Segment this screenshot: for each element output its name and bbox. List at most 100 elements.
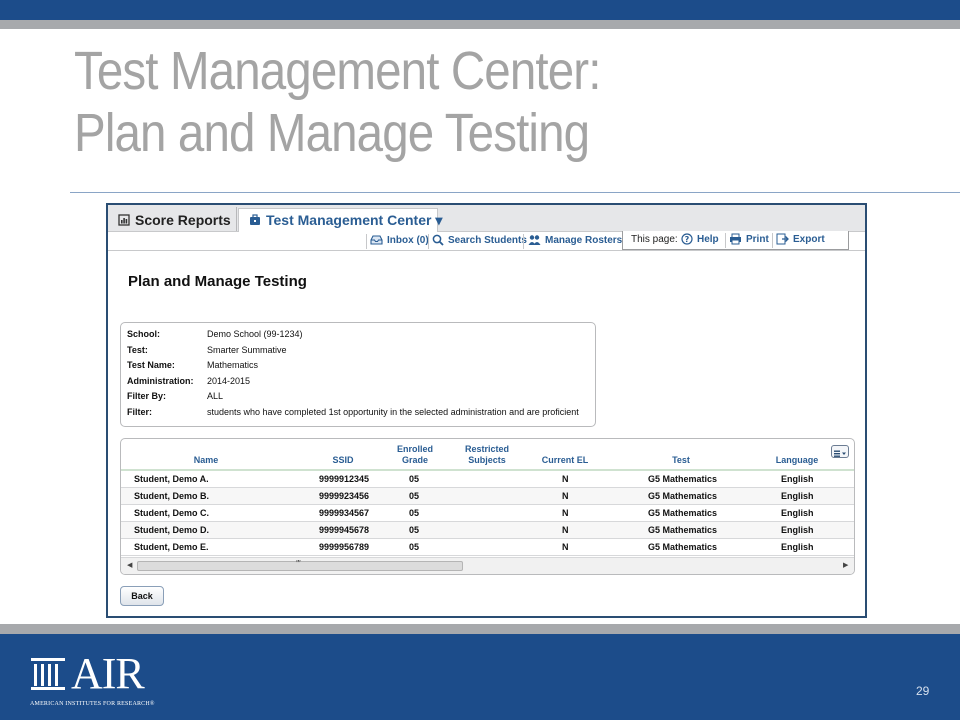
search-students-link[interactable]: Search Students bbox=[432, 232, 527, 250]
column-header-current-el[interactable]: Current EL bbox=[529, 439, 601, 469]
cell-name: Student, Demo A. bbox=[134, 474, 209, 484]
column-header-test[interactable]: Test bbox=[631, 439, 731, 469]
table-row[interactable]: Student, Demo C. 9999934567 05 N G5 Math… bbox=[121, 505, 854, 522]
column-header-ssid[interactable]: SSID bbox=[307, 439, 379, 469]
horizontal-scrollbar[interactable]: ◀ ″″ ▶ bbox=[121, 557, 854, 574]
table-row[interactable]: Student, Demo A. 9999912345 05 N G5 Math… bbox=[121, 471, 854, 488]
cell-ssid: 9999956789 bbox=[319, 542, 370, 552]
print-link[interactable]: Print bbox=[729, 231, 769, 249]
slide-title-line-2: Plan and Manage Testing bbox=[74, 103, 590, 163]
people-icon bbox=[528, 235, 541, 245]
cell-ssid: 9999912345 bbox=[319, 474, 370, 484]
cell-ssid: 9999945678 bbox=[319, 525, 370, 535]
cell-ssid: 9999934567 bbox=[319, 508, 370, 518]
cell-test: G5 Mathematics bbox=[648, 474, 718, 484]
printer-icon bbox=[730, 233, 741, 245]
inbox-label: Inbox (0) bbox=[387, 235, 429, 246]
scroll-right-arrow-icon[interactable]: ▶ bbox=[843, 561, 848, 569]
column-header-label: Current EL bbox=[541, 455, 589, 465]
table-row[interactable]: Student, Demo D. 9999945678 05 N G5 Math… bbox=[121, 522, 854, 539]
table-row[interactable]: Student, Demo B. 9999923456 05 N G5 Math… bbox=[121, 488, 854, 505]
manage-rosters-label: Manage Rosters bbox=[545, 235, 623, 246]
this-page-menu: This page: ? Help Print Export bbox=[622, 231, 849, 250]
scrollbar-grip: ″″ bbox=[296, 559, 301, 568]
column-header-language[interactable]: Language bbox=[767, 439, 827, 469]
student-grid: Name SSID Enrolled Grade Restricted Subj… bbox=[120, 438, 855, 575]
top-blue-band bbox=[0, 0, 960, 20]
column-header-restricted-subjects[interactable]: Restricted Subjects bbox=[455, 439, 519, 469]
info-label: Test Name: bbox=[127, 360, 175, 370]
logo-subtitle: AMERICAN INSTITUTES FOR RESEARCH® bbox=[30, 701, 155, 707]
info-label: Filter: bbox=[127, 407, 153, 417]
cell-language: English bbox=[781, 542, 814, 552]
tab-score-reports[interactable]: Score Reports bbox=[118, 209, 231, 231]
inbox-link[interactable]: Inbox (0) bbox=[370, 232, 429, 250]
logo-wordmark: AIR bbox=[71, 649, 145, 698]
tab-test-management-center[interactable]: Test Management Center ▾ bbox=[238, 208, 442, 232]
page-heading: Plan and Manage Testing bbox=[128, 273, 307, 290]
info-label: Filter By: bbox=[127, 391, 167, 401]
cell-current-el: N bbox=[562, 525, 569, 535]
column-header-label: Restricted Subjects bbox=[455, 444, 519, 466]
help-link[interactable]: ? Help bbox=[681, 231, 719, 249]
help-label: Help bbox=[697, 234, 719, 245]
cell-name: Student, Demo E. bbox=[134, 542, 209, 552]
column-header-line: Enrolled bbox=[396, 444, 433, 454]
export-icon bbox=[776, 233, 789, 245]
page-number: 29 bbox=[916, 684, 930, 698]
cell-language: English bbox=[781, 525, 814, 535]
back-button[interactable]: Back bbox=[120, 586, 164, 606]
cell-current-el: N bbox=[562, 491, 569, 501]
cell-language: English bbox=[781, 474, 814, 484]
cell-language: English bbox=[781, 508, 814, 518]
cell-name: Student, Demo B. bbox=[134, 491, 210, 501]
scrollbar-thumb[interactable]: ″″ bbox=[137, 559, 463, 571]
cell-ssid: 9999923456 bbox=[319, 491, 370, 501]
column-header-line: Restricted bbox=[464, 444, 509, 454]
table-row[interactable]: Student, Demo E. 9999956789 05 N G5 Math… bbox=[121, 539, 854, 556]
utility-toolbar: Inbox (0) Search Students Manage Rosters… bbox=[108, 231, 865, 251]
tab-test-management-center-label: Test Management Center ▾ bbox=[266, 212, 443, 228]
application-window: Score Reports Test Management Center ▾ I… bbox=[106, 203, 867, 618]
manage-rosters-link[interactable]: Manage Rosters bbox=[528, 232, 622, 250]
info-value: ALL bbox=[207, 391, 224, 401]
cell-test: G5 Mathematics bbox=[648, 491, 718, 501]
toolbar-divider bbox=[725, 233, 726, 248]
info-label: School: bbox=[127, 329, 160, 339]
cell-test: G5 Mathematics bbox=[648, 508, 718, 518]
column-header-name[interactable]: Name bbox=[161, 439, 251, 469]
column-chooser-button[interactable] bbox=[831, 445, 849, 458]
cell-grade: 05 bbox=[409, 474, 420, 484]
report-info-panel: School: Demo School (99-1234) Test: Smar… bbox=[120, 322, 596, 427]
cell-grade: 05 bbox=[409, 525, 420, 535]
bottom-gray-rule bbox=[0, 624, 960, 634]
title-divider bbox=[70, 192, 960, 193]
column-menu-icon bbox=[834, 450, 846, 457]
column-header-label: Test bbox=[672, 455, 690, 465]
scroll-left-arrow-icon[interactable]: ◀ bbox=[127, 561, 132, 569]
column-header-label: Name bbox=[193, 455, 219, 465]
info-label: Test: bbox=[127, 345, 148, 355]
cell-current-el: N bbox=[562, 474, 569, 484]
column-header-enrolled-grade[interactable]: Enrolled Grade bbox=[385, 439, 445, 469]
export-label: Export bbox=[793, 234, 825, 245]
cell-language: English bbox=[781, 491, 814, 501]
search-icon bbox=[432, 234, 444, 246]
this-page-label: This page: bbox=[631, 234, 678, 245]
help-icon: ? bbox=[681, 233, 693, 245]
column-header-line: Subjects bbox=[468, 455, 506, 465]
print-label: Print bbox=[746, 234, 769, 245]
cell-test: G5 Mathematics bbox=[648, 542, 718, 552]
export-link[interactable]: Export bbox=[776, 231, 825, 249]
column-header-label: Enrolled Grade bbox=[385, 444, 445, 466]
info-value: Smarter Summative bbox=[207, 345, 287, 355]
inbox-icon bbox=[370, 235, 383, 245]
top-tab-bar: Score Reports Test Management Center ▾ bbox=[108, 205, 865, 232]
toolbar-divider bbox=[772, 233, 773, 248]
svg-text:?: ? bbox=[685, 235, 690, 244]
report-icon bbox=[118, 214, 130, 226]
info-value: students who have completed 1st opportun… bbox=[207, 407, 579, 417]
cell-grade: 05 bbox=[409, 491, 420, 501]
air-logo: AIR AMERICAN INSTITUTES FOR RESEARCH® bbox=[30, 652, 170, 708]
briefcase-icon bbox=[250, 214, 260, 225]
